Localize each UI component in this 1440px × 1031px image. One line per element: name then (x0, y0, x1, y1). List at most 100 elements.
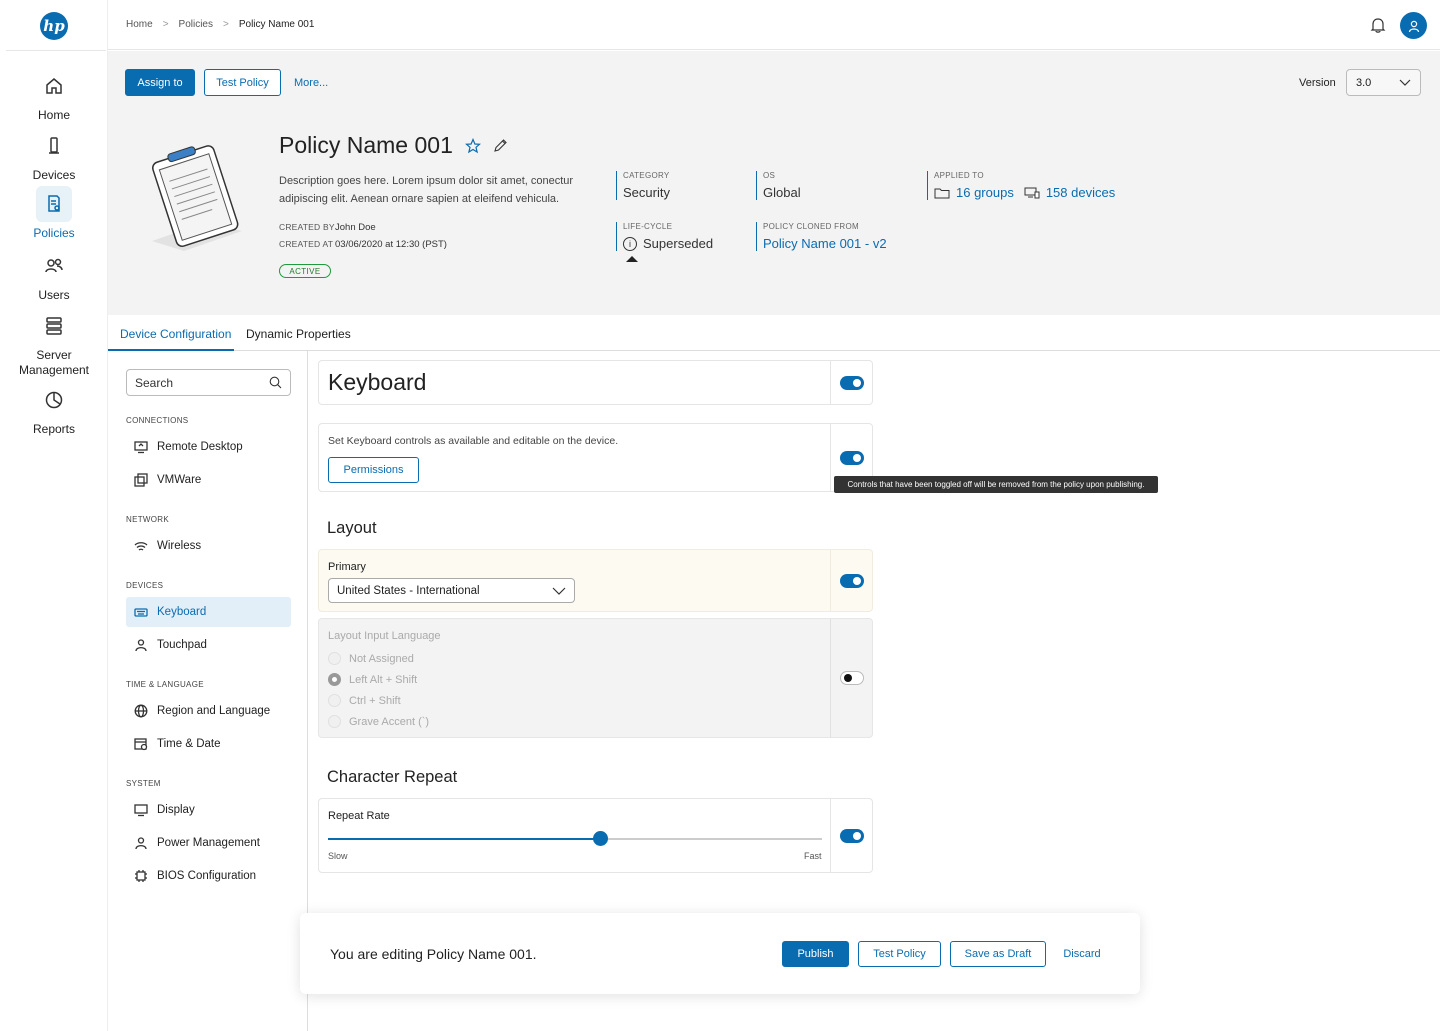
primary-label: Primary (328, 561, 366, 573)
radio-button-selected[interactable] (328, 673, 341, 686)
caret-up-icon (626, 256, 638, 262)
sidebar-item-vmware[interactable]: VMWare (126, 465, 291, 495)
star-icon[interactable] (464, 137, 481, 154)
folder-icon (934, 188, 950, 198)
display-icon (134, 803, 148, 817)
nav-item-server-management[interactable]: Server Management (0, 308, 108, 378)
sidebar-item-region-language[interactable]: Region and Language (126, 696, 291, 726)
calendar-clock-icon (134, 737, 148, 751)
sidebar-item-time-date[interactable]: Time & Date (126, 729, 291, 759)
sidebar-item-touchpad[interactable]: Touchpad (126, 630, 291, 660)
cloned-from-field: POLICY CLONED FROM Policy Name 001 - v2 (756, 222, 887, 251)
nav-item-home[interactable]: Home (0, 68, 108, 123)
toggle-column (830, 361, 872, 404)
keyboard-controls-toggle[interactable] (839, 450, 864, 465)
created-at-label: CREATED AT (279, 239, 334, 249)
tooltip: Controls that have been toggled off will… (834, 476, 1158, 493)
nav-item-devices[interactable]: Devices (0, 128, 108, 183)
repeat-rate-toggle[interactable] (839, 828, 864, 843)
tab-dynamic-properties[interactable]: Dynamic Properties (246, 327, 351, 341)
fast-label: Fast (804, 851, 822, 861)
chip-icon (134, 869, 148, 883)
radio-label: Not Assigned (349, 652, 414, 665)
primary-layout-dropdown[interactable]: United States - International (328, 578, 575, 603)
input-language-toggle[interactable] (839, 671, 864, 685)
avatar[interactable] (1400, 12, 1427, 39)
test-policy-button[interactable]: Test Policy (858, 941, 941, 967)
sidebar-item-label: Keyboard (157, 606, 207, 618)
layout-title: Layout (327, 519, 377, 537)
sidebar-item-bios-configuration[interactable]: BIOS Configuration (126, 861, 291, 891)
keyboard-toggle[interactable] (839, 375, 864, 390)
slider-handle[interactable] (592, 831, 608, 846)
tab-device-configuration[interactable]: Device Configuration (120, 327, 231, 341)
sidebar-item-label: VMWare (157, 474, 202, 486)
info-icon[interactable]: i (623, 236, 637, 251)
primary-layout-toggle[interactable] (839, 573, 864, 588)
bell-icon[interactable] (1370, 16, 1386, 34)
more-button[interactable]: More... (294, 69, 328, 96)
radio-label: Grave Accent (`) (349, 715, 430, 728)
radio-option[interactable]: Grave Accent (`) (328, 715, 429, 728)
search-input[interactable]: Search (126, 369, 291, 396)
reports-icon (36, 382, 72, 418)
discard-button[interactable]: Discard (1052, 941, 1112, 967)
hp-logo[interactable]: hp (40, 12, 68, 40)
policy-icon (36, 186, 72, 222)
primary-layout-card: Primary United States - International (318, 549, 873, 612)
repeat-rate-card: Repeat Rate Slow Fast (318, 798, 873, 873)
lifecycle-value: i Superseded (623, 236, 713, 251)
nav-item-users[interactable]: Users (0, 248, 108, 303)
section-devices: DEVICES (126, 581, 164, 590)
radio-button[interactable] (328, 694, 341, 707)
breadcrumb-current: Policy Name 001 (238, 19, 315, 30)
section-connections: CONNECTIONS (126, 416, 189, 425)
devices-link[interactable]: 158 devices (1046, 185, 1115, 200)
users-icon (36, 248, 72, 284)
editing-footer: You are editing Policy Name 001. Publish… (300, 913, 1140, 994)
radio-button[interactable] (328, 715, 341, 728)
cloned-from-label: POLICY CLONED FROM (763, 222, 859, 231)
toggle-column (830, 799, 872, 872)
input-language-label: Layout Input Language (328, 630, 441, 642)
chevron-right-icon: > (162, 19, 169, 30)
devices-icon (1024, 187, 1040, 198)
assign-to-button[interactable]: Assign to (125, 69, 195, 96)
radio-option[interactable]: Not Assigned (328, 652, 414, 665)
policy-header: Assign to Test Policy More... Version 3.… (108, 51, 1440, 315)
publish-button[interactable]: Publish (782, 941, 849, 967)
breadcrumb-home[interactable]: Home (126, 19, 153, 30)
save-as-draft-button[interactable]: Save as Draft (950, 941, 1046, 967)
policy-title: Policy Name 001 (279, 132, 508, 159)
radio-option[interactable]: Ctrl + Shift (328, 694, 401, 707)
chevron-down-icon (552, 587, 566, 595)
groups-link[interactable]: 16 groups (956, 185, 1014, 200)
repeat-rate-slider[interactable] (328, 831, 822, 846)
keyboard-icon (134, 605, 148, 619)
permissions-button[interactable]: Permissions (328, 457, 419, 483)
section-system: SYSTEM (126, 779, 161, 788)
lifecycle-text: Superseded (643, 236, 714, 251)
os-value: Global (763, 185, 801, 200)
breadcrumb-policies[interactable]: Policies (179, 19, 213, 30)
radio-label: Ctrl + Shift (349, 694, 401, 707)
home-icon (36, 68, 72, 104)
version-select[interactable]: 3.0 (1346, 69, 1421, 96)
cloned-from-link[interactable]: Policy Name 001 - v2 (763, 236, 887, 251)
sidebar-item-power-management[interactable]: Power Management (126, 828, 291, 858)
sidebar-item-keyboard[interactable]: Keyboard (126, 597, 291, 627)
keyboard-description: Set Keyboard controls as available and e… (328, 435, 619, 447)
edit-pencil-icon[interactable] (493, 138, 508, 153)
sidebar-item-remote-desktop[interactable]: Remote Desktop (126, 432, 291, 462)
radio-button[interactable] (328, 652, 341, 665)
radio-option[interactable]: Left Alt + Shift (328, 673, 417, 686)
repeat-rate-label: Repeat Rate (328, 810, 390, 822)
os-field: OS Global (756, 171, 801, 200)
server-icon (36, 308, 72, 344)
nav-item-reports[interactable]: Reports (0, 382, 108, 437)
sidebar-item-display[interactable]: Display (126, 795, 291, 825)
sidebar-item-wireless[interactable]: Wireless (126, 531, 291, 561)
category-value: Security (623, 185, 670, 200)
test-policy-button[interactable]: Test Policy (204, 69, 281, 96)
nav-item-policies[interactable]: Policies (0, 186, 108, 241)
